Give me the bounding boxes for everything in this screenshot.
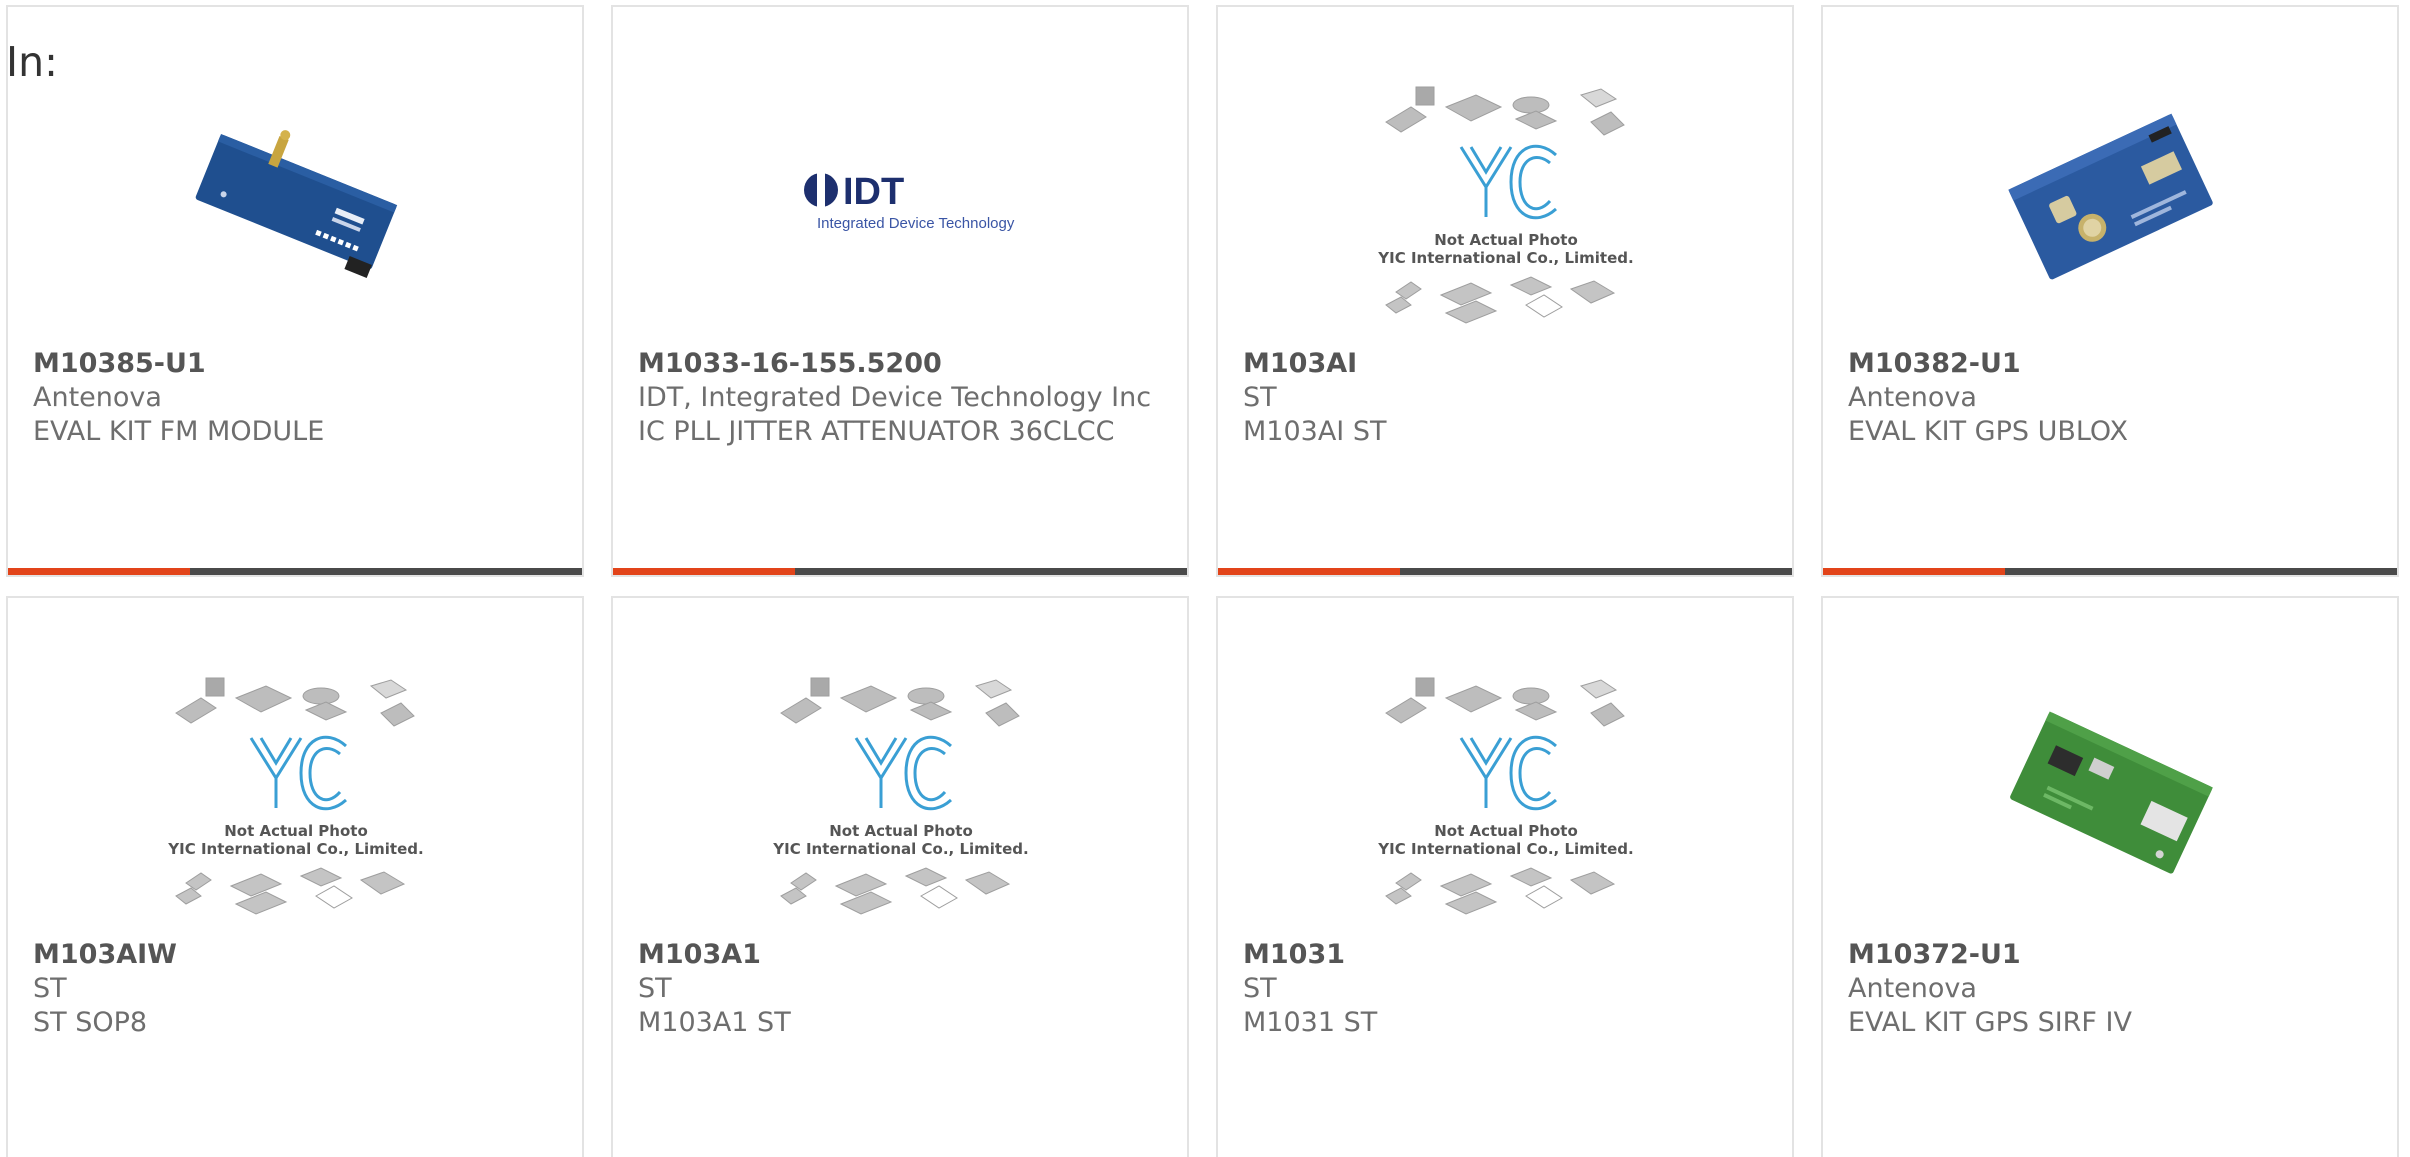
placeholder-caption-1: Not Actual Photo xyxy=(829,822,973,840)
card-bottom-bar xyxy=(1823,568,2397,575)
placeholder-caption-1: Not Actual Photo xyxy=(1434,231,1578,249)
card-accent-bar xyxy=(1218,568,1400,575)
card-accent-bar xyxy=(613,568,795,575)
idt-brand-text: IDT xyxy=(843,171,904,213)
product-info: M1031 ST M1031 ST xyxy=(1243,938,1763,1040)
green-eval-board-image xyxy=(2010,711,2213,874)
placeholder-caption-1: Not Actual Photo xyxy=(1434,822,1578,840)
card-bottom-bar xyxy=(1218,568,1792,575)
product-image[interactable]: Not Actual Photo YIC International Co., … xyxy=(1258,658,1754,928)
product-card[interactable]: Not Actual Photo YIC International Co., … xyxy=(611,596,1189,1157)
manufacturer: ST xyxy=(1243,382,1277,413)
product-info: M10385-U1 Antenova EVAL KIT FM MODULE xyxy=(33,347,553,449)
product-card[interactable]: Not Actual Photo YIC International Co., … xyxy=(1216,596,1794,1157)
description: M103AI ST xyxy=(1243,416,1387,447)
manufacturer: Antenova xyxy=(1848,973,1977,1004)
idt-caption-text: Integrated Device Technology xyxy=(817,215,1015,232)
part-number-link[interactable]: M103AI xyxy=(1243,347,1763,381)
yic-placeholder-image: Not Actual Photo YIC International Co., … xyxy=(1377,86,1634,324)
product-card[interactable]: IDT Integrated Device Technology M1033-1… xyxy=(611,5,1189,577)
description: ST SOP8 xyxy=(33,1007,148,1038)
product-image[interactable]: Not Actual Photo YIC International Co., … xyxy=(653,658,1149,928)
placeholder-caption-2: YIC International Co., Limited. xyxy=(772,840,1028,858)
card-accent-bar xyxy=(8,568,190,575)
description: M1031 ST xyxy=(1243,1007,1378,1038)
blue-eval-board-image xyxy=(176,102,416,302)
description: EVAL KIT FM MODULE xyxy=(33,416,325,447)
product-image[interactable]: IDT Integrated Device Technology xyxy=(653,67,1149,337)
product-card[interactable]: Not Actual Photo YIC International Co., … xyxy=(1216,5,1794,577)
part-number-link[interactable]: M1033-16-155.5200 xyxy=(638,347,1158,381)
manufacturer: ST xyxy=(638,973,672,1004)
description: M103A1 ST xyxy=(638,1007,791,1038)
product-image[interactable]: Not Actual Photo YIC International Co., … xyxy=(1258,67,1754,337)
placeholder-caption-2: YIC International Co., Limited. xyxy=(167,840,423,858)
manufacturer: ST xyxy=(1243,973,1277,1004)
yic-placeholder-image: Not Actual Photo YIC International Co., … xyxy=(1377,677,1634,915)
placeholder-caption-1: Not Actual Photo xyxy=(224,822,368,840)
manufacturer: IDT, Integrated Device Technology Inc xyxy=(638,382,1152,413)
card-bottom-bar xyxy=(613,568,1187,575)
part-number-link[interactable]: M1031 xyxy=(1243,938,1763,972)
product-card[interactable]: M10382-U1 Antenova EVAL KIT GPS UBLOX xyxy=(1821,5,2399,577)
product-image[interactable] xyxy=(48,67,544,337)
idt-logo-image: IDT Integrated Device Technology xyxy=(804,170,1015,232)
product-info: M10372-U1 Antenova EVAL KIT GPS SIRF IV xyxy=(1848,938,2368,1040)
product-info: M10382-U1 Antenova EVAL KIT GPS UBLOX xyxy=(1848,347,2368,449)
product-card[interactable]: M10372-U1 Antenova EVAL KIT GPS SIRF IV xyxy=(1821,596,2399,1157)
part-number-link[interactable]: M103A1 xyxy=(638,938,1158,972)
yic-placeholder-image: Not Actual Photo YIC International Co., … xyxy=(167,677,424,915)
description: EVAL KIT GPS SIRF IV xyxy=(1848,1007,2132,1038)
product-card[interactable]: M10385-U1 Antenova EVAL KIT FM MODULE xyxy=(6,5,584,577)
manufacturer: Antenova xyxy=(33,382,162,413)
product-info: M103AI ST M103AI ST xyxy=(1243,347,1763,449)
placeholder-caption-2: YIC International Co., Limited. xyxy=(1377,840,1633,858)
manufacturer: Antenova xyxy=(1848,382,1977,413)
product-image[interactable] xyxy=(1863,658,2359,928)
product-card[interactable]: Not Actual Photo YIC International Co., … xyxy=(6,596,584,1157)
manufacturer: ST xyxy=(33,973,67,1004)
placeholder-caption-2: YIC International Co., Limited. xyxy=(1377,249,1633,267)
product-image[interactable] xyxy=(1863,67,2359,337)
filter-in-label: In: xyxy=(6,38,58,86)
product-info: M1033-16-155.5200 IDT, Integrated Device… xyxy=(638,347,1158,449)
description: EVAL KIT GPS UBLOX xyxy=(1848,416,2128,447)
blue-eval-board-image xyxy=(2008,113,2213,280)
product-info: M103AIW ST ST SOP8 xyxy=(33,938,553,1040)
part-number-link[interactable]: M10385-U1 xyxy=(33,347,553,381)
part-number-link[interactable]: M10382-U1 xyxy=(1848,347,2368,381)
product-image[interactable]: Not Actual Photo YIC International Co., … xyxy=(48,658,544,928)
part-number-link[interactable]: M10372-U1 xyxy=(1848,938,2368,972)
product-results-page: In: M10385-U1 Antenova EVAL KIT FM MODUL… xyxy=(0,0,2410,1157)
part-number-link[interactable]: M103AIW xyxy=(33,938,553,972)
description: IC PLL JITTER ATTENUATOR 36CLCC xyxy=(638,416,1115,447)
card-bottom-bar xyxy=(8,568,582,575)
product-info: M103A1 ST M103A1 ST xyxy=(638,938,1158,1040)
yic-placeholder-image: Not Actual Photo YIC International Co., … xyxy=(772,677,1029,915)
card-accent-bar xyxy=(1823,568,2005,575)
